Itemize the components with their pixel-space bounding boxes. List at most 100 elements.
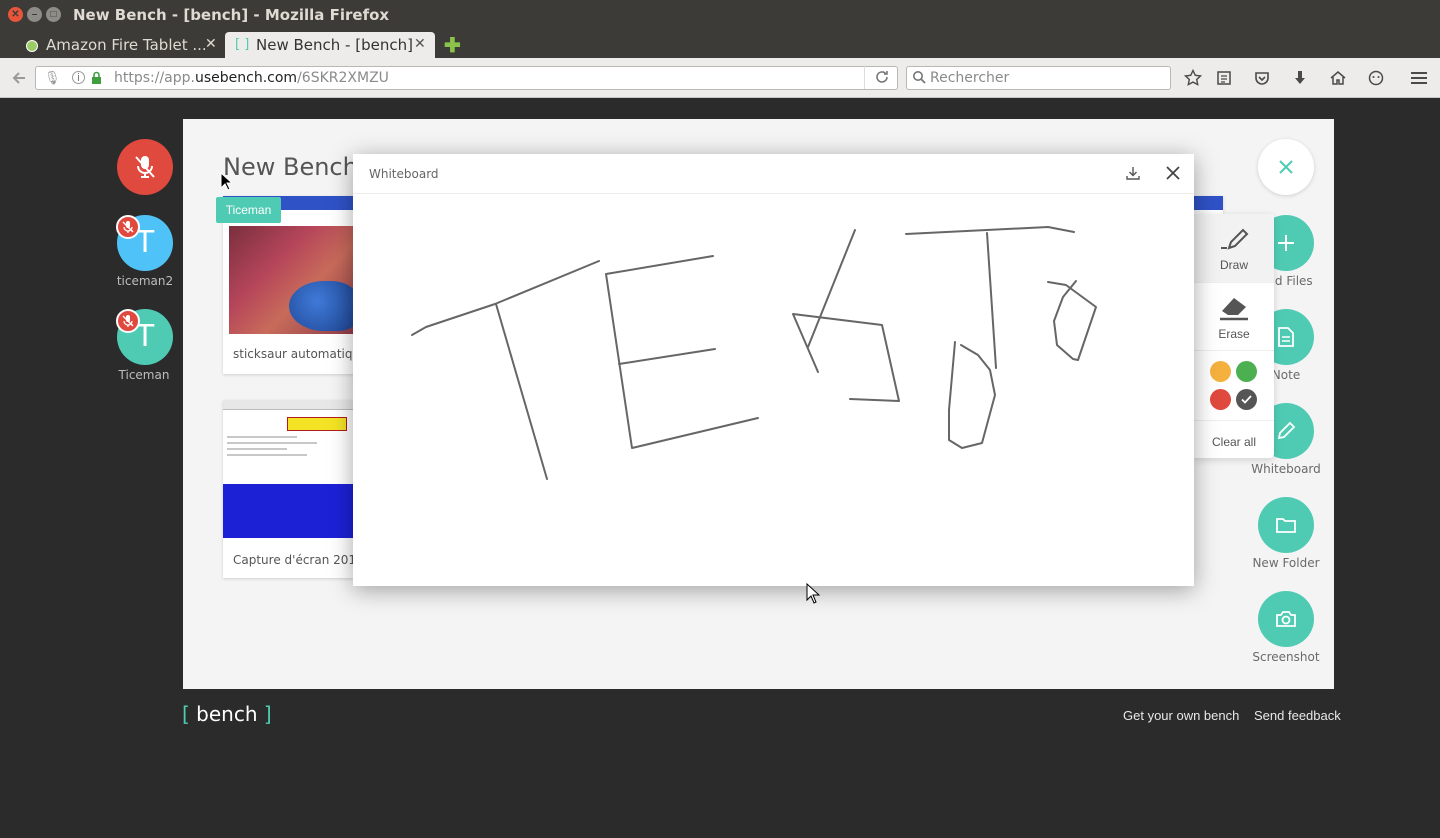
tab-close-icon[interactable]: ✕ [205, 36, 217, 52]
url-bar[interactable]: 🎙 i https://app.usebench.com/6SKR2XMZU [35, 65, 898, 90]
modal-title: Whiteboard [369, 167, 439, 181]
drawing-stroke [986, 232, 997, 369]
camera-icon [1276, 611, 1296, 627]
whiteboard-modal: Whiteboard [353, 154, 1194, 586]
logo-text: bench [196, 702, 258, 726]
screenshot-label: Screenshot [1252, 650, 1320, 664]
window-close-button[interactable]: ✕ [8, 7, 23, 22]
drawing-stroke [905, 226, 1075, 235]
url-text: https://app.usebench.com/6SKR2XMZU [114, 70, 389, 86]
tab-label: New Bench - [bench] [256, 36, 413, 54]
drawing-stroke [618, 348, 716, 365]
home-icon[interactable] [1328, 68, 1348, 88]
erase-tool[interactable]: Erase [1194, 282, 1274, 350]
color-palette [1194, 350, 1274, 420]
window-maximize-button[interactable]: □ [46, 7, 61, 22]
new-tab-icon[interactable]: ✚ [444, 33, 461, 58]
cursor-icon [806, 583, 820, 604]
muted-badge-icon [116, 215, 140, 239]
drawing-stroke [495, 303, 548, 480]
participant-name: Ticeman [118, 368, 170, 382]
search-bar[interactable]: Rechercher [906, 66, 1171, 90]
pencil-icon [1277, 421, 1296, 440]
send-feedback-link[interactable]: Send feedback [1254, 708, 1341, 723]
window-titlebar: ✕ – □ New Bench - [bench] - Mozilla Fire… [0, 0, 1440, 30]
drawing-stroke [948, 341, 996, 449]
thumb-line [227, 448, 287, 450]
thumb-blue-area [223, 484, 353, 538]
mute-mic-button[interactable] [117, 139, 173, 195]
plus-icon [1278, 235, 1294, 251]
divider [864, 65, 865, 89]
modal-header: Whiteboard [353, 154, 1194, 194]
color-swatch-gray[interactable] [1236, 389, 1257, 410]
eraser-icon [1220, 298, 1248, 321]
reload-icon[interactable] [874, 69, 890, 90]
color-swatch-green[interactable] [1236, 361, 1257, 382]
window-title: New Bench - [bench] - Mozilla Firefox [73, 6, 390, 24]
reader-list-icon[interactable] [1214, 68, 1234, 88]
back-icon[interactable] [9, 68, 29, 88]
folder-icon [1276, 518, 1296, 533]
drawing-stroke [792, 313, 900, 402]
frog-thumbnail [229, 226, 359, 334]
user-tooltip: Ticeman [216, 197, 281, 223]
download-icon[interactable] [1290, 68, 1310, 88]
clear-all-label: Clear all [1211, 435, 1256, 449]
tab-close-icon[interactable]: ✕ [414, 36, 426, 52]
muted-mic-icon [135, 156, 155, 178]
hello-chat-icon[interactable] [1366, 68, 1386, 88]
frog-shape [289, 281, 359, 331]
thumb-toolbar [223, 400, 353, 410]
close-icon [1279, 160, 1293, 174]
menu-icon[interactable] [1409, 68, 1429, 88]
check-icon [1241, 395, 1252, 404]
thumb-line [227, 442, 317, 444]
close-icon[interactable] [1166, 166, 1180, 185]
screenshot-thumbnail [223, 400, 353, 538]
navigation-bar: 🎙 i https://app.usebench.com/6SKR2XMZU R… [0, 58, 1440, 98]
new-folder-button[interactable] [1258, 497, 1314, 553]
favicon-icon [26, 40, 38, 52]
bookmark-star-icon[interactable] [1183, 68, 1203, 88]
search-placeholder: Rechercher [930, 70, 1010, 86]
file-caption: Capture d'écran 2016- [233, 553, 353, 567]
color-swatch-red[interactable] [1210, 389, 1231, 410]
bench-favicon-icon: [ ] [235, 37, 250, 52]
lock-icon [91, 71, 102, 90]
tab-amazon[interactable]: Amazon Fire Tablet ... ✕ [18, 32, 223, 60]
color-swatch-orange[interactable] [1210, 361, 1231, 382]
clear-all-button[interactable]: Clear all [1194, 420, 1274, 458]
new-folder-label: New Folder [1252, 556, 1320, 570]
tab-label: Amazon Fire Tablet ... [46, 36, 207, 54]
tab-bar: Amazon Fire Tablet ... ✕ [ ] New Bench -… [0, 30, 1440, 60]
info-icon[interactable]: i [72, 71, 85, 84]
classtools-logo [287, 417, 347, 431]
whiteboard-tools-panel: Draw Erase Clear all [1194, 214, 1274, 458]
screenshot-button[interactable] [1258, 591, 1314, 647]
muted-badge-icon [116, 309, 140, 333]
drawing-stroke [1047, 280, 1097, 361]
draw-label: Draw [1219, 258, 1248, 272]
pocket-icon[interactable] [1252, 68, 1272, 88]
whiteboard-canvas[interactable] [353, 194, 1194, 586]
bench-logo[interactable]: [ bench ] [182, 702, 272, 726]
logo-bracket: ] [263, 702, 272, 726]
cursor-icon [220, 172, 234, 191]
erase-label: Erase [1218, 327, 1250, 341]
get-own-bench-link[interactable]: Get your own bench [1123, 708, 1239, 723]
whiteboard-label: Whiteboard [1251, 462, 1321, 476]
thumb-line [227, 436, 297, 438]
file-caption: sticksaur automatique. [233, 347, 372, 361]
thumb-line [227, 454, 307, 456]
drawing-stroke [605, 255, 759, 449]
bench-title[interactable]: New Bench [223, 153, 358, 181]
logo-bracket: [ [182, 702, 190, 726]
draw-tool[interactable]: Draw [1194, 214, 1274, 282]
window-minimize-button[interactable]: – [27, 7, 42, 22]
close-bench-button[interactable] [1258, 139, 1314, 195]
microphone-icon[interactable]: 🎙 [44, 70, 61, 86]
tab-new-bench[interactable]: [ ] New Bench - [bench] ✕ [225, 32, 435, 60]
file-card[interactable]: Capture d'écran 2016- [223, 400, 353, 578]
download-icon[interactable] [1126, 166, 1140, 185]
